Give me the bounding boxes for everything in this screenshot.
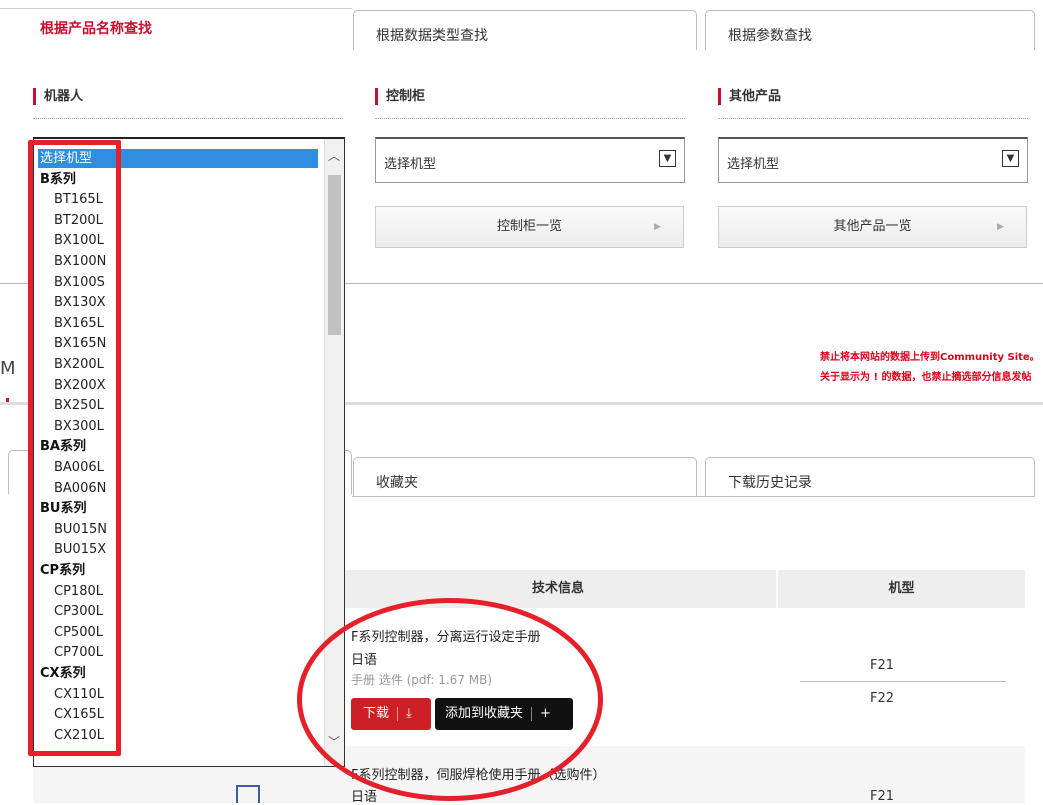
controller-model-select[interactable]: 选择机型 ▼: [375, 137, 685, 183]
divider: [375, 118, 685, 119]
controller-list-label: 控制柜一览: [496, 219, 562, 234]
warning-line-1: 禁止将本网站的数据上传到Community Site。: [820, 352, 1040, 363]
doc-language: 日语: [351, 790, 378, 805]
heading-fragment: M: [0, 358, 16, 379]
tab-favorites[interactable]: 收藏夹: [353, 457, 697, 497]
section-other-header: 其他产品: [718, 88, 781, 105]
other-list-button[interactable]: 其他产品一览 ▶: [718, 206, 1027, 248]
other-select-value: 选择机型: [727, 157, 780, 172]
divider: [352, 496, 1035, 497]
scrollbar-thumb[interactable]: [328, 175, 341, 335]
tab-download-history[interactable]: 下载历史记录: [705, 457, 1035, 497]
model-cell[interactable]: F22: [870, 691, 894, 706]
controller-select-value: 选择机型: [384, 157, 437, 172]
divider: [33, 118, 343, 119]
annotation-ellipse: [297, 598, 603, 801]
other-list-label: 其他产品一览: [833, 219, 912, 234]
book-icon: [236, 785, 260, 803]
other-model-select[interactable]: 选择机型 ▼: [718, 137, 1028, 183]
chevron-up-icon[interactable]: ︿: [328, 147, 340, 164]
divider: [800, 681, 1006, 682]
model-cell[interactable]: F21: [870, 658, 894, 673]
model-cell[interactable]: F21: [870, 789, 894, 804]
section-controller-header: 控制柜: [375, 88, 425, 105]
tab-by-parameter[interactable]: 根据参数查找: [705, 10, 1035, 50]
tab-by-product-name[interactable]: 根据产品名称查找: [40, 18, 152, 38]
controller-list-button[interactable]: 控制柜一览 ▶: [375, 206, 684, 248]
tab-by-data-type[interactable]: 根据数据类型查找: [353, 10, 697, 50]
divider: [718, 118, 1028, 119]
top-rule: [0, 8, 352, 9]
arrow-right-icon: ▶: [654, 222, 661, 232]
annotation-rectangle: [28, 140, 121, 756]
chevron-down-icon[interactable]: ▼: [1002, 150, 1019, 167]
arrow-right-icon: ▶: [997, 222, 1004, 232]
column-header-model: 机型: [778, 570, 1025, 608]
chevron-down-icon[interactable]: ▼: [659, 150, 676, 167]
warning-line-2: 关于显示为 ! 的数据，也禁止摘选部分信息发帖: [820, 372, 1032, 383]
section-robot-header: 机器人: [33, 88, 83, 105]
